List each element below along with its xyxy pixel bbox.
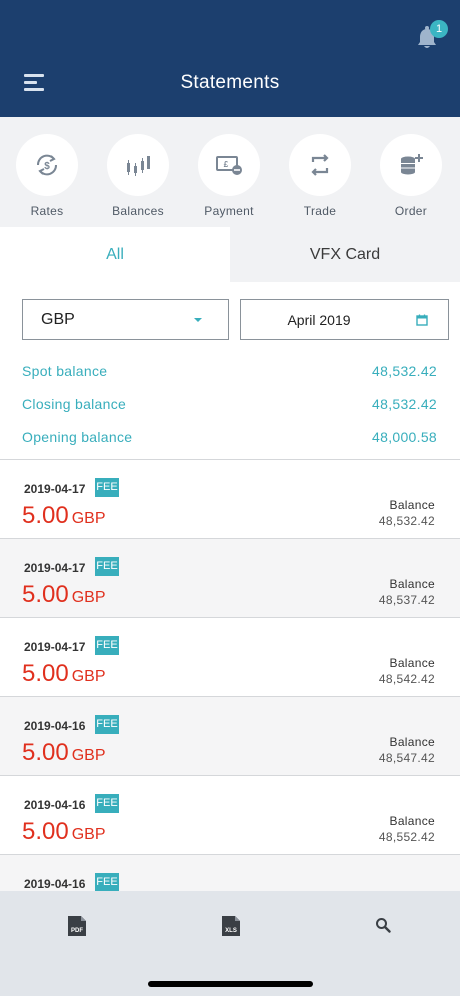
- spot-balance-row: Spot balance 48,532.42: [22, 363, 437, 383]
- app-header: Statements 1: [0, 0, 460, 117]
- balances-label: Balances: [112, 204, 164, 218]
- currency-value: GBP: [41, 311, 75, 328]
- balance-label: Balance: [389, 735, 435, 749]
- balance-label: Balance: [389, 577, 435, 591]
- rates-button[interactable]: $ Rates: [16, 134, 78, 218]
- statement-tabs: All VFX Card: [0, 227, 460, 282]
- transaction-date: 2019-04-17: [24, 561, 86, 575]
- transaction-row[interactable]: 2019-04-16 FEE 5.00 GBP Balance 48,547.42: [0, 697, 460, 776]
- page-title: Statements: [180, 72, 280, 93]
- balance-value: 48,532.42: [378, 514, 435, 528]
- balance-label: Balance: [389, 498, 435, 512]
- balance-value: 48,537.42: [378, 593, 435, 607]
- trade-label: Trade: [303, 204, 337, 218]
- quick-actions-bar: $ Rates Balances £ Payment Trade Order: [0, 117, 460, 227]
- balance-value: 48,542.42: [378, 672, 435, 686]
- calendar-icon: [416, 314, 428, 326]
- transaction-amount: 5.00 GBP: [22, 739, 106, 766]
- opening-balance-value: 48,000.58: [372, 429, 437, 445]
- fee-badge: FEE: [95, 557, 119, 576]
- fee-badge: FEE: [95, 715, 119, 734]
- transaction-row[interactable]: 2019-04-17 FEE 5.00 GBP Balance 48,532.42: [0, 460, 460, 539]
- payment-icon: £: [216, 156, 242, 175]
- balances-button[interactable]: Balances: [107, 134, 169, 218]
- trade-button[interactable]: Trade: [289, 134, 351, 218]
- payment-button[interactable]: £ Payment: [198, 134, 260, 218]
- svg-text:£: £: [224, 160, 229, 169]
- notification-badge: 1: [430, 20, 448, 38]
- home-indicator[interactable]: [148, 981, 313, 987]
- balances-icon: [127, 156, 150, 176]
- transaction-amount: 5.00 GBP: [22, 660, 106, 687]
- transaction-amount: 5.00 GBP: [22, 818, 106, 845]
- tab-vfx-card[interactable]: VFX Card: [230, 227, 460, 282]
- search-icon[interactable]: [375, 917, 391, 933]
- pdf-export-icon[interactable]: PDF: [67, 915, 87, 937]
- transaction-amount: 5.00 GBP: [22, 581, 106, 608]
- balance-value: 48,547.42: [378, 751, 435, 765]
- trade-icon: [311, 154, 329, 176]
- tab-all[interactable]: All: [0, 227, 230, 282]
- transaction-date: 2019-04-16: [24, 798, 86, 812]
- transaction-row[interactable]: 2019-04-17 FEE 5.00 GBP Balance 48,542.42: [0, 618, 460, 697]
- order-icon: [401, 154, 423, 175]
- svg-text:$: $: [44, 161, 50, 172]
- xls-export-icon[interactable]: XLS: [221, 915, 241, 937]
- transaction-row[interactable]: 2019-04-17 FEE 5.00 GBP Balance 48,537.42: [0, 539, 460, 618]
- balance-label: Balance: [389, 814, 435, 828]
- fee-badge: FEE: [95, 478, 119, 497]
- transaction-amount: 5.00 GBP: [22, 502, 106, 529]
- spot-balance-value: 48,532.42: [372, 363, 437, 379]
- rates-icon: $: [36, 154, 58, 176]
- xls-label: XLS: [225, 928, 237, 934]
- transaction-row[interactable]: 2019-04-16 FEE 5.00 GBP Balance 48,552.42: [0, 776, 460, 855]
- order-button[interactable]: Order: [380, 134, 442, 218]
- chevron-down-icon: [194, 318, 202, 322]
- balance-label: Balance: [389, 656, 435, 670]
- opening-balance-row: Opening balance 48,000.58: [22, 429, 437, 449]
- closing-balance-row: Closing balance 48,532.42: [22, 396, 437, 416]
- opening-balance-label: Opening balance: [22, 429, 133, 445]
- rates-label: Rates: [30, 204, 64, 218]
- balance-value: 48,552.42: [378, 830, 435, 844]
- transaction-date: 2019-04-17: [24, 482, 86, 496]
- transaction-row[interactable]: 2019-04-16 FEE: [0, 855, 460, 891]
- closing-balance-value: 48,532.42: [372, 396, 437, 412]
- closing-balance-label: Closing balance: [22, 396, 127, 412]
- month-select[interactable]: April 2019: [240, 299, 449, 340]
- fee-badge: FEE: [95, 636, 119, 655]
- currency-select[interactable]: GBP: [22, 299, 229, 340]
- payment-label: Payment: [204, 204, 254, 218]
- transaction-date: 2019-04-16: [24, 877, 86, 891]
- month-value: April 2019: [287, 312, 351, 328]
- pdf-label: PDF: [71, 928, 83, 934]
- spot-balance-label: Spot balance: [22, 363, 108, 379]
- fee-badge: FEE: [95, 873, 119, 891]
- fee-badge: FEE: [95, 794, 119, 813]
- transaction-date: 2019-04-17: [24, 640, 86, 654]
- transaction-list[interactable]: 2019-04-17 FEE 5.00 GBP Balance 48,532.42…: [0, 459, 460, 891]
- transaction-date: 2019-04-16: [24, 719, 86, 733]
- order-label: Order: [394, 204, 428, 218]
